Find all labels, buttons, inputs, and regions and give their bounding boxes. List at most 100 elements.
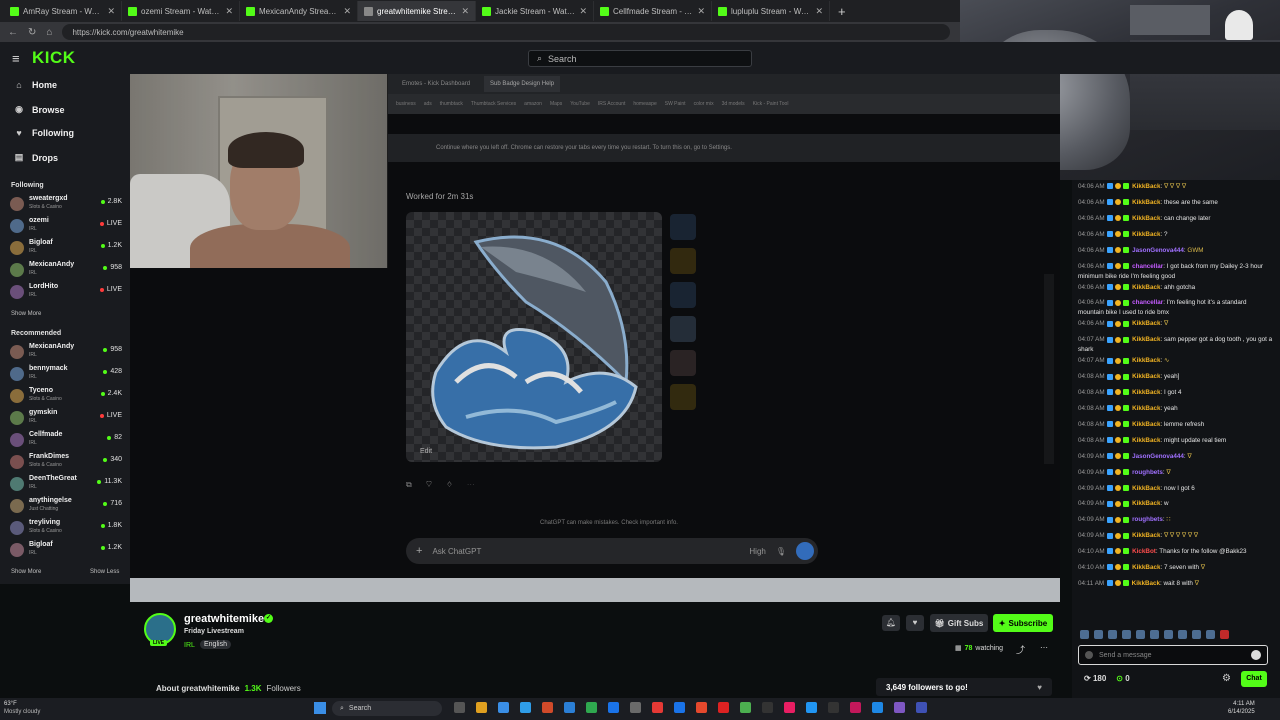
- verified-badge-icon: [1123, 468, 1130, 475]
- sidebar-channel[interactable]: Cellfmade IRL 82: [10, 430, 124, 450]
- browser-tab[interactable]: AmRay Stream - Watch Live o ✕: [4, 1, 122, 21]
- sidebar-channel[interactable]: DeenTheGreat IRL 11.3K: [10, 474, 124, 494]
- browser-tab[interactable]: Jackie Stream - Watch Live on Kick✕: [476, 1, 594, 21]
- emoji-picker-icon[interactable]: [1251, 650, 1261, 660]
- taskbar-app-icon[interactable]: [718, 702, 729, 713]
- back-icon[interactable]: ←: [8, 27, 18, 38]
- close-icon[interactable]: ✕: [343, 6, 351, 17]
- sidebar-channel[interactable]: Bigloaf IRL 1.2K: [10, 238, 124, 258]
- emote-icon[interactable]: [1136, 629, 1145, 639]
- emote-icon[interactable]: [1080, 629, 1089, 639]
- system-clock[interactable]: 4:11 AM 6/14/2025: [1228, 700, 1255, 716]
- emote-icon[interactable]: [1150, 629, 1159, 639]
- browser-tab[interactable]: MexicanAndy Stream - Watch ✕: [240, 1, 358, 21]
- share-icon[interactable]: ⤴: [1016, 643, 1025, 656]
- taskbar-app-icon[interactable]: [872, 702, 883, 713]
- browser-tab[interactable]: greatwhitemike Stream - Wat✕: [358, 1, 476, 21]
- emote-quickbar[interactable]: [1080, 627, 1270, 641]
- channel-points[interactable]: ⟳ 180 ⊙ 0: [1084, 674, 1130, 683]
- follow-heart-button[interactable]: ♥: [906, 615, 924, 631]
- kick-logo[interactable]: KICK: [32, 48, 76, 68]
- emote-icon[interactable]: [1178, 629, 1187, 639]
- taskbar-app-icon[interactable]: [542, 702, 553, 713]
- sidebar-nav-drops[interactable]: ▤ Drops: [14, 152, 58, 163]
- show-more-link[interactable]: Show More: [11, 311, 41, 317]
- sidebar-nav-browse[interactable]: ◉ Browse: [14, 104, 64, 115]
- sidebar-channel[interactable]: gymskin IRL LIVE: [10, 408, 124, 428]
- taskbar-app-icon[interactable]: [454, 702, 465, 713]
- sidebar-channel[interactable]: MexicanAndy IRL 958: [10, 342, 124, 362]
- windows-start-icon[interactable]: [314, 702, 326, 714]
- emote-icon[interactable]: [1206, 629, 1215, 639]
- show-less-link[interactable]: Show Less: [90, 569, 119, 575]
- more-options-icon[interactable]: ⋯: [1040, 643, 1048, 652]
- subscribe-button[interactable]: ✦ Subscribe: [993, 614, 1053, 632]
- sidebar-channel[interactable]: Bigloaf IRL 1.2K: [10, 540, 124, 560]
- url-field[interactable]: https://kick.com/greatwhitemike: [62, 24, 950, 40]
- viewer-count-text: 82: [114, 434, 122, 441]
- home-icon[interactable]: ⌂: [46, 27, 52, 38]
- sidebar-channel[interactable]: sweatergxd Slots & Casino 2.8K: [10, 194, 124, 214]
- sidebar-channel[interactable]: anythingelse Just Chatting 716: [10, 496, 124, 516]
- show-more-link[interactable]: Show More: [11, 569, 41, 575]
- search-input[interactable]: ⌕ Search: [528, 50, 752, 67]
- browser-tab[interactable]: lupluplu Stream - Watch Live on K✕: [712, 1, 830, 21]
- close-icon[interactable]: ✕: [815, 6, 823, 17]
- chat-send-button[interactable]: Chat: [1241, 671, 1267, 687]
- taskbar-app-icon[interactable]: [586, 702, 597, 713]
- taskbar-app-icon[interactable]: [520, 702, 531, 713]
- taskbar-app-icon[interactable]: [498, 702, 509, 713]
- hamburger-menu-icon[interactable]: ≡: [12, 51, 20, 66]
- inner-bookmark: ads: [423, 101, 432, 107]
- taskbar-app-icon[interactable]: [894, 702, 905, 713]
- emote-icon[interactable]: [1122, 629, 1131, 639]
- sidebar-channel[interactable]: LordHito IRL LIVE: [10, 282, 124, 302]
- taskbar-app-icon[interactable]: [608, 702, 619, 713]
- taskbar-app-icon[interactable]: [850, 702, 861, 713]
- sidebar-channel[interactable]: ozemi IRL LIVE: [10, 216, 124, 236]
- sidebar-channel[interactable]: Tyceno Slots & Casino 2.4K: [10, 386, 124, 406]
- close-icon[interactable]: ✕: [461, 6, 469, 17]
- taskbar-app-icon[interactable]: [916, 702, 927, 713]
- gift-subs-button[interactable]: 🎁︎ Gift Subs: [930, 614, 988, 632]
- category-link[interactable]: IRL: [184, 642, 195, 649]
- sidebar-nav-home[interactable]: ⌂ Home: [14, 80, 57, 90]
- reload-icon[interactable]: ↻: [28, 27, 36, 38]
- emote-icon[interactable]: [1192, 629, 1201, 639]
- taskbar-app-icon[interactable]: [828, 702, 839, 713]
- taskbar-app-icon[interactable]: [652, 702, 663, 713]
- sidebar-channel[interactable]: MexicanAndy IRL 958: [10, 260, 124, 280]
- notification-bell-button[interactable]: 🔔︎: [882, 615, 900, 631]
- browser-tab[interactable]: ozemi Stream - Watch Live on ✕: [122, 1, 240, 21]
- taskbar-app-icon[interactable]: [806, 702, 817, 713]
- taskbar-app-icon[interactable]: [762, 702, 773, 713]
- sidebar-nav-following[interactable]: ♥ Following: [14, 128, 74, 138]
- taskbar-app-icon[interactable]: [784, 702, 795, 713]
- sidebar-channel[interactable]: FrankDimes Slots & Casino 340: [10, 452, 124, 472]
- taskbar-app-icon[interactable]: [696, 702, 707, 713]
- taskbar-app-icon[interactable]: [740, 702, 751, 713]
- chat-settings-icon[interactable]: ⚙: [1222, 673, 1231, 684]
- weather-widget[interactable]: 63°F Mostly cloudy: [4, 700, 40, 716]
- taskbar-app-icon[interactable]: [674, 702, 685, 713]
- chat-message-input[interactable]: Send a message: [1078, 645, 1268, 665]
- sidebar-channel[interactable]: bennymack IRL 428: [10, 364, 124, 384]
- taskbar-app-icon[interactable]: [630, 702, 641, 713]
- language-tag[interactable]: English: [200, 640, 231, 649]
- browser-tab[interactable]: Cellfmade Stream - Watch Live on ✕: [594, 1, 712, 21]
- close-icon[interactable]: ✕: [225, 6, 233, 17]
- taskbar-search[interactable]: ⌕ Search: [332, 701, 442, 716]
- emote-icon[interactable]: [1164, 629, 1173, 639]
- sidebar-channel[interactable]: treyliving Slots & Casino 1.8K: [10, 518, 124, 538]
- channel-name[interactable]: greatwhitemike: [184, 613, 264, 625]
- emote-icon[interactable]: [1220, 629, 1229, 639]
- close-icon[interactable]: ✕: [579, 6, 587, 17]
- close-icon[interactable]: ✕: [107, 6, 115, 17]
- emote-icon[interactable]: [1108, 629, 1117, 639]
- new-tab-icon[interactable]: +: [838, 4, 846, 19]
- taskbar-app-icon[interactable]: [476, 702, 487, 713]
- taskbar-app-icon[interactable]: [564, 702, 575, 713]
- emote-icon[interactable]: [1094, 629, 1103, 639]
- stream-player[interactable]: Emotes - Kick Dashboard Sub Badge Design …: [130, 74, 1060, 602]
- close-icon[interactable]: ✕: [697, 6, 705, 17]
